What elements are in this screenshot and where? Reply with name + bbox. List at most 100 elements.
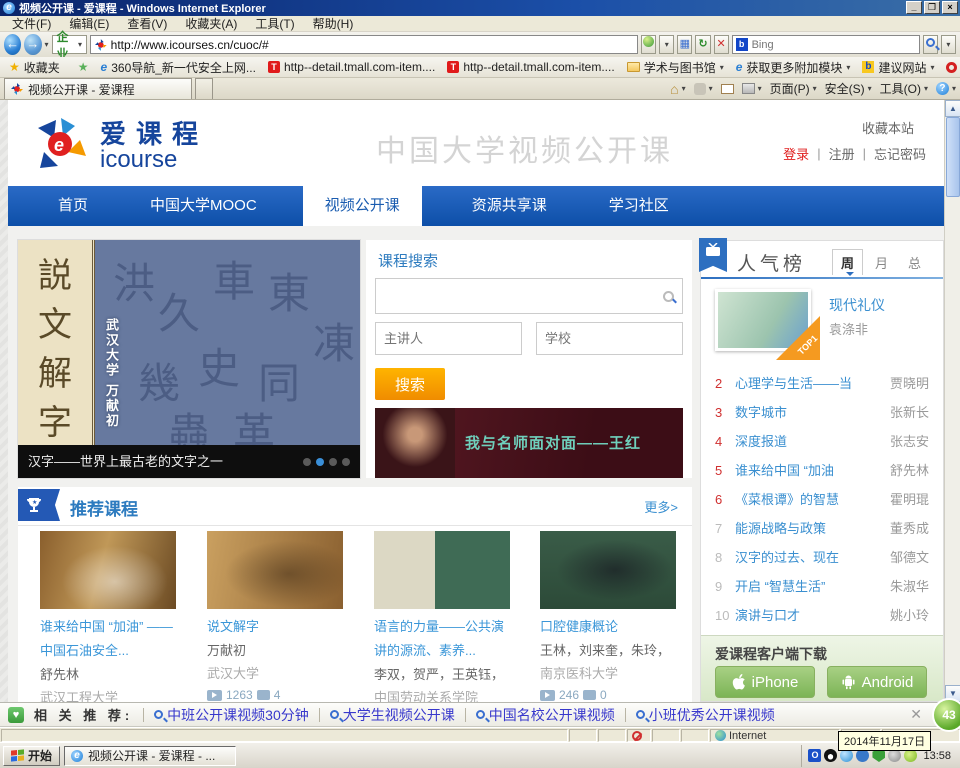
close-button[interactable]: × xyxy=(942,1,958,14)
android-download-button[interactable]: Android xyxy=(827,666,927,698)
new-tab-button[interactable] xyxy=(195,78,213,99)
more-link[interactable]: 更多> xyxy=(644,497,678,516)
tab-week[interactable]: 周 xyxy=(832,249,863,275)
zone-button[interactable]: 企业▾ xyxy=(52,35,87,54)
compat-view-button[interactable]: ▦ xyxy=(677,35,692,54)
course-title-link[interactable]: 口腔健康概论 xyxy=(540,615,676,639)
menu-help[interactable]: 帮助(H) xyxy=(305,14,362,33)
carousel-dot[interactable] xyxy=(329,458,337,466)
start-button[interactable]: 开始 xyxy=(3,746,60,766)
related-link[interactable]: 中国名校公开课视频 xyxy=(476,705,615,725)
register-link[interactable]: 注册 xyxy=(829,144,855,163)
course-link[interactable]: 心理学与生活——当 xyxy=(735,376,852,391)
carousel-dots[interactable] xyxy=(303,458,350,466)
favorite-folder-library[interactable]: 学术与图书馆▾ xyxy=(624,58,727,77)
favorite-link-railway[interactable]: 铁路客户服务中心 xyxy=(943,58,960,77)
search-options-icon[interactable]: ▾ xyxy=(941,35,956,54)
favorite-link-tmall-1[interactable]: Thttp--detail.tmall.com-item.... xyxy=(265,59,438,75)
favorite-link-tmall-2[interactable]: Thttp--detail.tmall.com-item.... xyxy=(444,59,617,75)
course-title-link[interactable]: 语言的力量——公共演讲的源流、素养... xyxy=(374,615,510,663)
course-thumbnail[interactable] xyxy=(207,531,343,609)
course-link[interactable]: 数字城市 xyxy=(735,405,787,420)
teacher-input[interactable] xyxy=(375,322,522,355)
nav-resource-share[interactable]: 资源共享课 xyxy=(460,186,559,226)
forgot-password-link[interactable]: 忘记密码 xyxy=(874,144,926,163)
history-dropdown-icon[interactable]: ▾ xyxy=(45,40,49,49)
carousel-dot[interactable] xyxy=(342,458,350,466)
tray-app-icon[interactable]: O xyxy=(808,749,821,762)
tab-month[interactable]: 月 xyxy=(867,250,896,275)
favorite-link-addons[interactable]: e获取更多附加模块▾ xyxy=(733,58,854,77)
menu-tools[interactable]: 工具(T) xyxy=(247,14,302,33)
course-title-link[interactable]: 说文解字 xyxy=(207,615,343,639)
search-go-button[interactable] xyxy=(923,35,938,54)
school-input[interactable] xyxy=(536,322,683,355)
course-card[interactable]: 口腔健康概论 王林，刘来奎，朱玲， 南京医科大学 246 0 xyxy=(540,531,676,702)
taskbar-task-ie[interactable]: e 视频公开课 - 爱课程 - ... xyxy=(64,746,236,766)
help-menu[interactable]: ?▾ xyxy=(936,82,956,95)
related-link[interactable]: 大学生视频公开课 xyxy=(330,705,455,725)
course-link[interactable]: 开启 “智慧生活” xyxy=(735,579,825,594)
forward-button[interactable]: → xyxy=(24,34,41,55)
iphone-download-button[interactable]: iPhone xyxy=(715,666,815,698)
taskbar-clock[interactable]: 13:58 xyxy=(920,750,951,762)
course-link[interactable]: 演讲与口才 xyxy=(735,608,800,623)
add-favorite-button[interactable]: ★ xyxy=(75,59,92,75)
refresh-button[interactable]: ↻ xyxy=(695,35,710,54)
nav-community[interactable]: 学习社区 xyxy=(597,186,681,226)
top-course-thumbnail[interactable]: TOP1 xyxy=(715,289,811,351)
page-menu[interactable]: 页面(P)▾ xyxy=(770,80,817,97)
tools-menu[interactable]: 工具(O)▾ xyxy=(880,80,928,97)
video-banner[interactable]: 我与名师面对面——王红 xyxy=(375,408,683,478)
accelerator-ball[interactable]: 43 xyxy=(932,698,960,732)
search-icon[interactable] xyxy=(663,291,674,302)
course-link[interactable]: 谁来给中国 “加油 xyxy=(735,463,834,478)
favorite-link-360[interactable]: e360导航_新一代安全上网... xyxy=(98,58,259,77)
favorites-button[interactable]: ★收藏夹 xyxy=(6,58,63,77)
favorite-link-suggested[interactable]: b建议网站▾ xyxy=(859,58,937,77)
nav-video-open-course[interactable]: 视频公开课 xyxy=(303,186,422,226)
scrollbar-thumb[interactable] xyxy=(946,117,960,197)
safety-menu[interactable]: 安全(S)▾ xyxy=(825,80,872,97)
course-search-input[interactable] xyxy=(384,288,663,304)
menu-file[interactable]: 文件(F) xyxy=(4,14,59,33)
back-button[interactable]: ← xyxy=(4,34,21,55)
compat-ball-icon[interactable] xyxy=(641,35,656,54)
browser-tab-active[interactable]: 视频公开课 - 爱课程 xyxy=(4,78,192,99)
search-button[interactable]: 搜索 xyxy=(375,368,445,400)
course-link[interactable]: 深度报道 xyxy=(735,434,787,449)
web-search-input[interactable] xyxy=(752,39,916,51)
course-card[interactable]: 语言的力量——公共演讲的源流、素养... 李双，贺严，王英钰， 中国劳动关系学院 xyxy=(374,531,510,709)
scroll-up-arrow[interactable]: ▲ xyxy=(945,100,960,117)
home-button[interactable]: ⌂▾ xyxy=(670,81,685,97)
carousel-dot[interactable] xyxy=(303,458,311,466)
tab-total[interactable]: 总 xyxy=(900,250,929,275)
related-link[interactable]: 小班优秀公开课视频 xyxy=(636,705,775,725)
qq-tray-icon[interactable] xyxy=(824,749,837,762)
course-title-link[interactable]: 谁来给中国 “加油” ——中国石油安全... xyxy=(40,615,176,663)
print-button[interactable]: ▾ xyxy=(742,83,762,94)
course-link[interactable]: 能源战略与政策 xyxy=(735,521,826,536)
related-link[interactable]: 中班公开课视频30分钟 xyxy=(154,705,309,725)
favorite-site-link[interactable]: 收藏本站 xyxy=(862,118,914,137)
login-link[interactable]: 登录 xyxy=(783,144,809,163)
feeds-button[interactable]: ▾ xyxy=(694,83,713,95)
nav-home[interactable]: 首页 xyxy=(46,186,100,226)
vertical-scrollbar[interactable]: ▲ ▼ xyxy=(944,100,960,702)
ranking-top-item[interactable]: TOP1 现代礼仪 袁涤非 xyxy=(715,289,931,361)
minimize-button[interactable]: _ xyxy=(906,1,922,14)
carousel-dot-active[interactable] xyxy=(316,458,324,466)
course-card[interactable]: 说文解字 万献初 武汉大学 1263 4 xyxy=(207,531,343,702)
stop-button[interactable]: ✕ xyxy=(714,35,729,54)
url-input[interactable] xyxy=(111,38,633,52)
course-thumbnail[interactable] xyxy=(40,531,176,609)
read-mail-button[interactable] xyxy=(721,84,734,94)
address-dropdown-icon[interactable]: ▾ xyxy=(659,35,674,54)
menu-favorites[interactable]: 收藏夹(A) xyxy=(177,14,245,33)
menu-view[interactable]: 查看(V) xyxy=(119,14,175,33)
restore-button[interactable]: ❐ xyxy=(924,1,940,14)
course-thumbnail[interactable] xyxy=(540,531,676,609)
course-link[interactable]: 汉字的过去、现在 xyxy=(735,550,839,565)
top-course-title[interactable]: 现代礼仪 xyxy=(829,295,885,315)
nav-mooc[interactable]: 中国大学MOOC xyxy=(138,186,269,226)
